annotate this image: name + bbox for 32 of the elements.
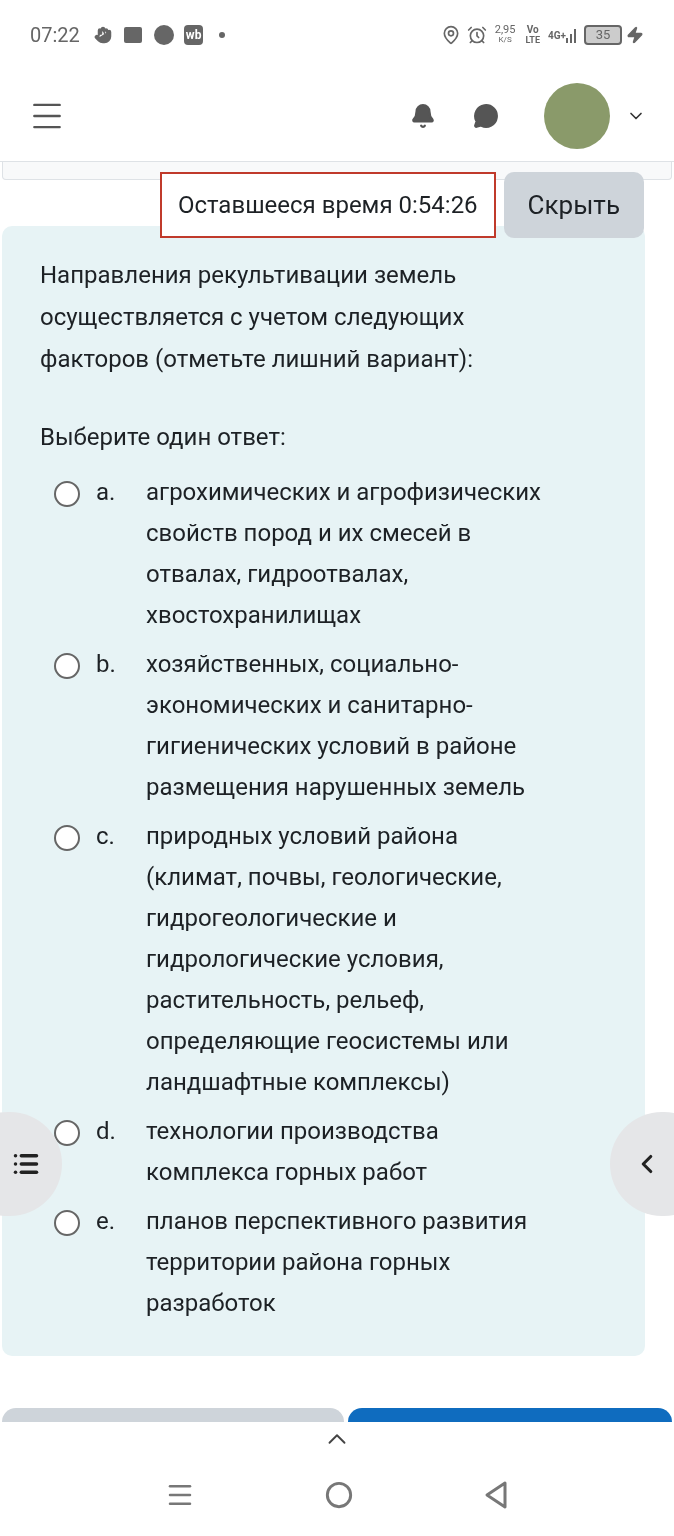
app-badge: wb: [183, 25, 204, 45]
radio-button[interactable]: [54, 653, 80, 679]
radio-button[interactable]: [54, 825, 80, 851]
network-label: 4G+: [548, 28, 566, 43]
timer-box: Оставшееся время 0:54:26: [159, 172, 496, 238]
speed-unit: K/S: [498, 35, 512, 45]
volte-label: Vo: [526, 25, 539, 35]
home-icon[interactable]: [325, 1481, 353, 1509]
option-letter: d.: [96, 1116, 117, 1147]
radio-button[interactable]: [54, 1210, 80, 1236]
radio-button[interactable]: [54, 1120, 80, 1146]
option-text: планов перспективного развития территории района горных разработок: [146, 1206, 529, 1319]
option-letter: e.: [96, 1206, 117, 1237]
messages-icon[interactable]: [472, 102, 500, 129]
notifications-icon[interactable]: [410, 102, 436, 129]
hand-icon: [93, 26, 112, 44]
answer-prompt: Выберите один ответ:: [40, 422, 287, 453]
status-time: 07:22: [30, 22, 80, 49]
question-text: Направления рекультивации земель осуществляется с учетом следующих факторов (отметьте лишний вариант):: [40, 260, 474, 375]
alarm-icon: [466, 25, 487, 45]
signal-icon: [566, 27, 578, 43]
option-letter: b.: [96, 649, 117, 680]
speed-value: 2,95: [494, 25, 516, 35]
radio-button[interactable]: [54, 481, 80, 507]
option-letter: c.: [96, 821, 116, 852]
charging-icon: [626, 26, 644, 44]
back-icon[interactable]: [483, 1480, 509, 1510]
option-text: природных условий района (климат, почвы, геологические, гидрогеологические и гидрологические условия, растительность, рельеф, определяющие геосистемы или ландшафтные комплексы): [146, 821, 510, 1098]
lte-label: LTE: [525, 35, 540, 45]
hide-button[interactable]: Скрыть: [503, 172, 644, 238]
option-letter: a.: [96, 477, 117, 508]
battery-indicator: 35: [584, 25, 622, 45]
